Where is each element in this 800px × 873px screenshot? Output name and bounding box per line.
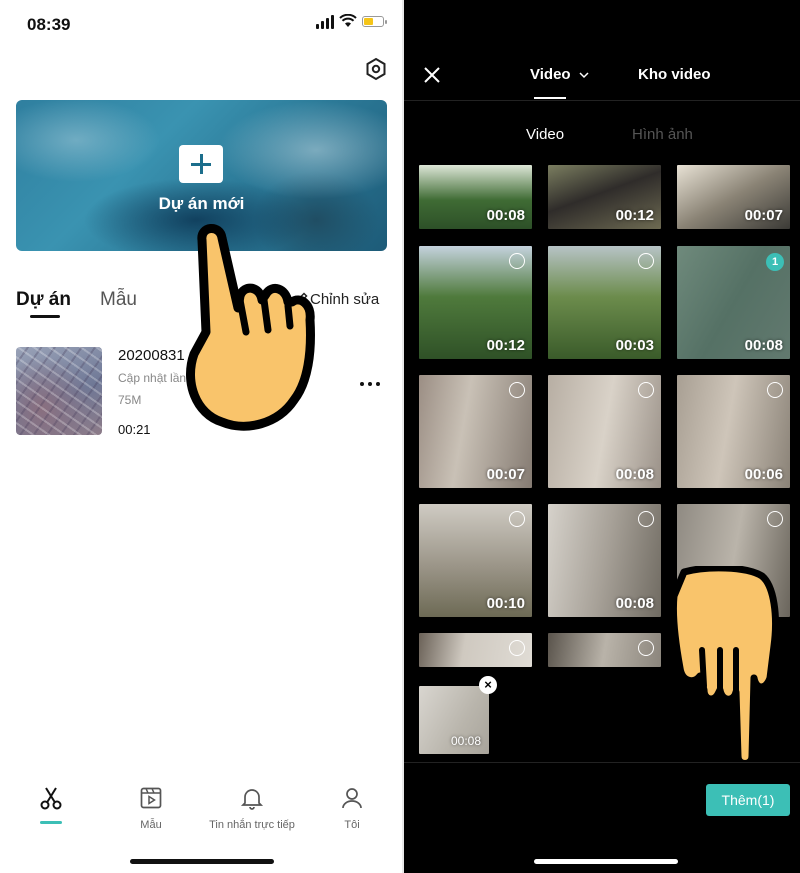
select-circle-icon[interactable] — [638, 640, 654, 656]
thumbnail-duration: 00:08 — [486, 207, 525, 224]
nav-templates-label: Mẫu — [140, 819, 162, 831]
select-circle-icon[interactable] — [509, 253, 525, 269]
new-project-label: Dự án mới — [158, 194, 245, 213]
user-icon — [342, 788, 362, 809]
tab-active-indicator — [30, 315, 60, 318]
select-circle-icon[interactable] — [767, 382, 783, 398]
remove-clip-icon[interactable]: × — [479, 676, 497, 694]
status-time: 08:39 — [27, 15, 71, 34]
tab-video[interactable]: Video — [530, 66, 589, 83]
project-size: 75M — [118, 393, 142, 407]
nav-edit[interactable] — [6, 786, 96, 819]
signal-icon — [316, 15, 334, 29]
tray-clip[interactable]: 00:08 — [419, 686, 489, 754]
tab-active-indicator — [534, 97, 566, 99]
media-thumbnail[interactable]: 1 00:08 — [677, 246, 790, 359]
media-thumbnail[interactable]: 00:07 — [419, 375, 532, 488]
thumbnail-duration: 00:08 — [615, 466, 654, 483]
home-indicator — [534, 859, 678, 864]
project-thumbnail[interactable] — [16, 347, 102, 435]
tray-clip-duration: 00:08 — [450, 734, 481, 748]
nav-profile[interactable]: Tôi — [307, 786, 397, 831]
media-thumbnail[interactable]: 00:12 — [548, 165, 661, 229]
thumbnail-duration: 00:03 — [615, 337, 654, 354]
right-screen: Video Kho video Video Hình ảnh 00:08 00:1… — [404, 0, 800, 873]
pointing-hand-up-icon — [186, 224, 315, 431]
plus-icon — [179, 145, 223, 183]
select-circle-icon[interactable] — [509, 511, 525, 527]
selection-number-badge[interactable]: 1 — [766, 253, 784, 271]
media-thumbnail[interactable]: 00:06 — [677, 375, 790, 488]
settings-icon[interactable] — [364, 57, 388, 81]
home-indicator — [130, 859, 274, 864]
media-thumbnail[interactable]: 00:03 — [548, 246, 661, 359]
thumbnail-duration: 00:08 — [615, 595, 654, 612]
media-thumbnail[interactable] — [419, 633, 532, 667]
thumbnail-duration: 00:06 — [744, 466, 783, 483]
nav-inbox[interactable]: Tin nhắn trực tiếp — [196, 786, 308, 831]
wifi-icon — [339, 14, 357, 27]
add-button[interactable]: Thêm(1) — [706, 784, 790, 816]
thumbnail-duration: 00:08 — [744, 337, 783, 354]
select-circle-icon[interactable] — [509, 382, 525, 398]
thumbnail-duration: 00:12 — [486, 337, 525, 354]
select-circle-icon[interactable] — [767, 511, 783, 527]
subtab-images[interactable]: Hình ảnh — [632, 126, 693, 143]
pointing-hand-down-icon — [669, 566, 779, 766]
select-circle-icon[interactable] — [638, 511, 654, 527]
media-thumbnail[interactable] — [548, 633, 661, 667]
select-circle-icon[interactable] — [638, 253, 654, 269]
select-circle-icon[interactable] — [509, 640, 525, 656]
media-thumbnail[interactable]: 00:12 — [419, 246, 532, 359]
thumbnail-duration: 00:07 — [486, 466, 525, 483]
template-icon — [140, 787, 162, 809]
select-circle-icon[interactable] — [638, 382, 654, 398]
nav-profile-label: Tôi — [344, 819, 360, 831]
nav-inbox-label: Tin nhắn trực tiếp — [209, 819, 295, 831]
scissors-icon — [40, 787, 62, 810]
media-thumbnail[interactable]: 00:08 — [548, 504, 661, 617]
media-thumbnail[interactable]: 00:08 — [548, 375, 661, 488]
thumbnail-duration: 00:10 — [486, 595, 525, 612]
tab-stock-video[interactable]: Kho video — [638, 66, 711, 83]
tab-projects[interactable]: Dự án — [16, 289, 71, 311]
footer-divider — [404, 762, 800, 763]
left-screen: 08:39 Dự án mới Dự án Mẫu Chỉnh sửa 2020… — [0, 0, 402, 873]
bell-icon — [240, 789, 264, 810]
project-duration: 00:21 — [118, 422, 151, 437]
header-divider — [404, 100, 800, 101]
media-thumbnail[interactable]: 00:10 — [419, 504, 532, 617]
status-bar: 08:39 — [0, 0, 402, 46]
nav-templates[interactable]: Mẫu — [106, 786, 196, 831]
subtab-video[interactable]: Video — [526, 126, 564, 143]
thumbnail-duration: 00:07 — [744, 207, 783, 224]
tab-video-label: Video — [530, 66, 571, 83]
more-options-icon[interactable] — [360, 382, 382, 388]
tab-templates[interactable]: Mẫu — [100, 289, 137, 311]
close-icon[interactable] — [423, 66, 441, 84]
nav-active-indicator — [40, 821, 62, 824]
battery-icon — [362, 16, 387, 27]
media-thumbnail[interactable]: 00:07 — [677, 165, 790, 229]
thumbnail-duration: 00:12 — [615, 207, 654, 224]
project-name[interactable]: 20200831 — [118, 347, 185, 364]
chevron-down-icon — [579, 72, 589, 79]
media-thumbnail[interactable]: 00:08 — [419, 165, 532, 229]
